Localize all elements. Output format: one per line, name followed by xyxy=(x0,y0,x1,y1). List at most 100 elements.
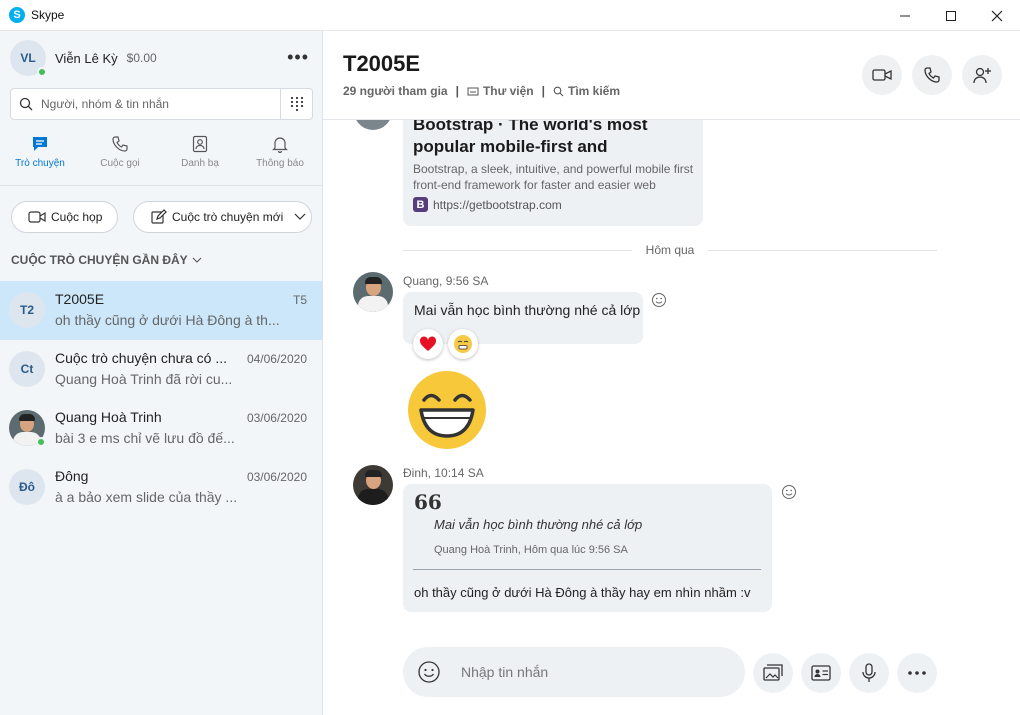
quote-source: Quang Hoà Trinh, Hôm qua lúc 9:56 SA xyxy=(434,544,628,556)
reaction-sad[interactable] xyxy=(448,329,478,359)
message-composer[interactable]: Nhập tin nhắn xyxy=(403,647,745,697)
conversation-avatar: Đô xyxy=(9,469,45,505)
close-button[interactable] xyxy=(974,0,1020,31)
tab-contacts[interactable]: Danh bạ xyxy=(160,135,240,185)
phone-icon xyxy=(112,136,128,152)
conversation-item[interactable]: Ct Cuộc trò chuyện chưa có ... 04/06/202… xyxy=(0,340,322,399)
skype-logo-icon: S xyxy=(9,7,25,23)
add-reaction-icon[interactable] xyxy=(781,484,797,500)
recent-chats-label: CUỘC TRÒ CHUYỆN GẦN ĐÂY xyxy=(11,253,188,267)
conversation-title: Cuộc trò chuyện chưa có ... xyxy=(55,350,228,366)
conversation-item[interactable]: Quang Hoà Trinh 03/06/2020 bài 3 e ms ch… xyxy=(0,399,322,458)
message-input[interactable]: Nhập tin nhắn xyxy=(461,664,548,680)
tab-label: Thông báo xyxy=(256,158,304,169)
audio-call-button[interactable] xyxy=(912,55,952,95)
more-options-button[interactable]: ••• xyxy=(287,47,309,68)
search-input[interactable]: Người, nhóm & tin nhắn xyxy=(41,97,280,111)
sad-face-icon xyxy=(454,335,472,353)
online-status-icon xyxy=(37,67,47,77)
quote-divider xyxy=(413,569,761,570)
tab-label: Trò chuyện xyxy=(15,158,65,169)
meet-now-button[interactable]: Cuộc họp xyxy=(11,201,118,233)
compose-icon xyxy=(151,209,167,224)
video-call-icon xyxy=(872,69,892,81)
add-reaction-icon[interactable] xyxy=(651,292,667,308)
conversation-date: 04/06/2020 xyxy=(246,352,307,366)
conversation-item[interactable]: T2 T2005E T5 oh thầy cũng ở dưới Hà Đông… xyxy=(0,281,322,340)
more-composer-options-button[interactable] xyxy=(897,653,937,693)
message-sender-time: Quang, 9:56 SA xyxy=(403,274,489,288)
conversation-item[interactable]: Đô Đông 03/06/2020 à a bảo xem slide của… xyxy=(0,458,322,517)
chat-search-link[interactable]: Tìm kiếm xyxy=(568,84,620,98)
laughing-emoji-icon[interactable] xyxy=(407,370,487,450)
avatar-photo xyxy=(353,272,393,312)
meet-now-label: Cuộc họp xyxy=(51,210,103,224)
day-divider-label: Hôm qua xyxy=(645,243,695,257)
send-contact-button[interactable] xyxy=(801,653,841,693)
dialpad-icon xyxy=(290,96,303,112)
tab-label: Cuộc gọi xyxy=(100,158,140,169)
bell-icon xyxy=(272,137,288,153)
conversation-avatar xyxy=(9,410,46,447)
new-chat-button[interactable]: Cuộc trò chuyện mới xyxy=(133,201,312,233)
add-participant-button[interactable] xyxy=(962,55,1002,95)
reaction-heart[interactable] xyxy=(413,329,443,359)
sender-avatar[interactable] xyxy=(353,465,393,505)
conversation-date: T5 xyxy=(292,293,307,307)
sender-avatar[interactable] xyxy=(353,272,393,312)
new-chat-label: Cuộc trò chuyện mới xyxy=(172,210,284,224)
quote-icon: 66 xyxy=(414,490,442,514)
maximize-button[interactable] xyxy=(928,0,974,31)
video-call-button[interactable] xyxy=(862,55,902,95)
close-icon xyxy=(991,10,1003,21)
profile-name[interactable]: Viễn Lê Kỳ xyxy=(55,51,118,66)
search-box[interactable]: Người, nhóm & tin nhắn xyxy=(10,88,313,120)
profile-initials: VL xyxy=(20,51,36,65)
send-media-button[interactable] xyxy=(753,653,793,693)
message-bubble[interactable]: 66 Mai vẫn học bình thường nhé cả lớp Qu… xyxy=(403,484,772,612)
avatar-initials: T2 xyxy=(19,303,34,317)
window-title: Skype xyxy=(31,8,65,22)
chat-icon xyxy=(33,137,47,151)
recent-chats-header[interactable]: CUỘC TRÒ CHUYỆN GẦN ĐÂY xyxy=(11,253,202,267)
message-list[interactable]: Bootstrap · The world's most popular mob… xyxy=(323,120,1020,630)
search-icon xyxy=(553,86,564,96)
link-preview-card[interactable]: Bootstrap · The world's most popular mob… xyxy=(403,120,703,226)
tab-chats[interactable]: Trò chuyện xyxy=(0,135,80,185)
message-sender-time: Đinh, 10:14 SA xyxy=(403,466,484,480)
skype-credit[interactable]: $0.00 xyxy=(127,51,157,65)
emoji-icon[interactable] xyxy=(417,660,441,684)
search-icon xyxy=(19,97,33,111)
tab-notifications[interactable]: Thông báo xyxy=(240,135,320,185)
participants-count[interactable]: 29 người tham gia xyxy=(343,84,448,98)
tab-label: Danh bạ xyxy=(181,158,219,169)
dialpad-button[interactable] xyxy=(280,89,312,119)
contact-card-icon xyxy=(811,665,831,681)
chevron-down-icon[interactable] xyxy=(294,213,306,221)
conversation-title: Quang Hoà Trinh xyxy=(55,409,162,425)
conversation-title: Đông xyxy=(55,468,89,484)
profile-avatar[interactable]: VL xyxy=(10,40,47,77)
day-divider: Hôm qua xyxy=(403,242,938,258)
meet-camera-icon xyxy=(28,211,46,223)
link-url: https://getbootstrap.com xyxy=(433,197,562,212)
sender-avatar[interactable] xyxy=(354,120,392,130)
nav-tabs: Trò chuyện Cuộc gọi Danh bạ Thông báo xyxy=(0,135,322,185)
bootstrap-favicon-icon: B xyxy=(413,197,428,212)
tab-calls[interactable]: Cuộc gọi xyxy=(80,135,160,185)
microphone-icon xyxy=(862,663,876,682)
conversation-date: 03/06/2020 xyxy=(246,470,307,484)
add-person-icon xyxy=(973,67,991,84)
chat-title[interactable]: T2005E xyxy=(343,51,420,77)
message-text: oh thầy cũng ở dưới Hà Đông à thầy hay e… xyxy=(414,585,751,600)
window-controls xyxy=(882,0,1020,31)
heart-icon xyxy=(419,336,437,351)
voice-message-button[interactable] xyxy=(849,653,889,693)
conversation-avatar: Ct xyxy=(9,351,45,387)
conversation-preview: oh thầy cũng ở dưới Hà Đông à th... xyxy=(55,312,280,328)
gallery-icon xyxy=(467,87,479,95)
gallery-link[interactable]: Thư viện xyxy=(483,84,534,98)
minimize-button[interactable] xyxy=(882,0,928,31)
separator: | xyxy=(541,84,545,98)
link-preview-url[interactable]: B https://getbootstrap.com xyxy=(413,197,562,212)
